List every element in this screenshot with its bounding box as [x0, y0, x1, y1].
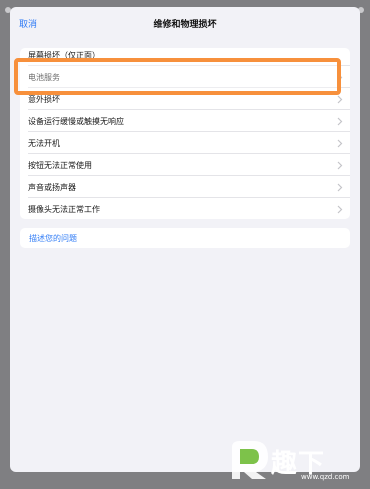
chevron-right-icon: [337, 117, 343, 126]
list-item-wont-power-on[interactable]: 无法开机: [20, 131, 350, 153]
watermark-logo-icon: [232, 441, 268, 479]
navigation-bar: 取消 维修和物理损坏: [10, 7, 360, 41]
describe-issue-label: 描述您的问题: [29, 234, 77, 243]
list-item-label: 设备运行缓慢或触摸无响应: [28, 117, 124, 126]
chevron-right-icon: [337, 95, 343, 104]
list-item-sound-or-speaker[interactable]: 声音或扬声器: [20, 175, 350, 197]
list-item-label: 无法开机: [28, 139, 60, 148]
list-item-camera-not-working[interactable]: 摄像头无法正常工作: [20, 197, 350, 219]
list-item-label: 摄像头无法正常工作: [28, 205, 100, 214]
page-title: 维修和物理损坏: [153, 20, 217, 30]
list-item-buttons-not-working[interactable]: 按钮无法正常使用: [20, 153, 350, 175]
highlight-box: [14, 58, 341, 95]
describe-issue-button[interactable]: 描述您的问题: [20, 228, 350, 248]
list-item-label: 意外损坏: [28, 95, 60, 104]
list-item-slow-or-unresponsive[interactable]: 设备运行缓慢或触摸无响应: [20, 109, 350, 131]
list-item-label: 按钮无法正常使用: [28, 161, 92, 170]
watermark-url: www.qzd.com: [301, 473, 350, 481]
watermark: 趣下 www.qzd.com: [228, 437, 358, 483]
list-item-label: 声音或扬声器: [28, 183, 76, 192]
chevron-right-icon: [337, 161, 343, 170]
chevron-right-icon: [337, 139, 343, 148]
chevron-right-icon: [337, 205, 343, 214]
chevron-right-icon: [337, 183, 343, 192]
